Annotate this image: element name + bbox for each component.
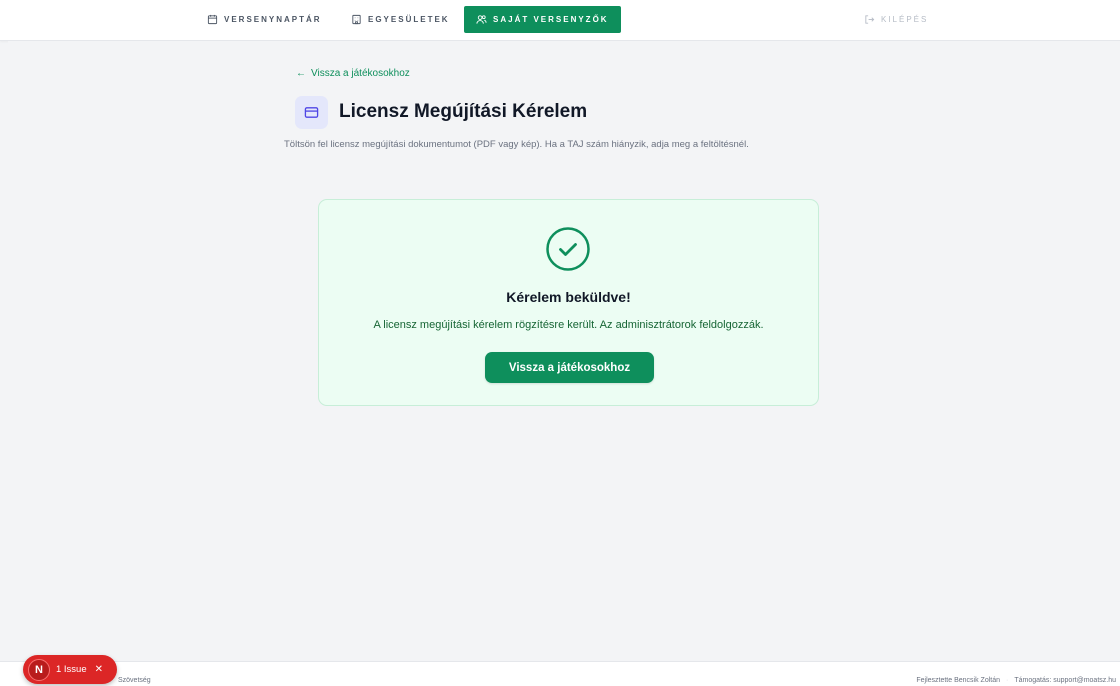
credit-card-icon (295, 96, 328, 129)
page-description: Töltsön fel licensz megújítási dokumentu… (284, 139, 749, 150)
footer-support-link[interactable]: Támogatás: support@moatsz.hu (1014, 677, 1116, 684)
nav-item-label: Versenynaptár (224, 15, 322, 24)
next-logo-icon: N (28, 658, 50, 681)
back-to-players-button[interactable]: Vissza a játékosokhoz (485, 352, 654, 383)
nav-item-sajat-versenyzok[interactable]: Saját versenyzők (464, 6, 621, 33)
back-to-players-link[interactable]: ← Vissza a játékosokhoz (296, 68, 410, 79)
footer-developer: Fejlesztette Bencsik Zoltán (916, 677, 1000, 684)
logout-button[interactable]: Kilépés (864, 6, 928, 33)
nav-item-egyesuletek[interactable]: Egyesületek (351, 6, 450, 33)
nav-item-label: Egyesületek (368, 15, 450, 24)
back-link-label: Vissza a játékosokhoz (311, 68, 410, 79)
success-title: Kérelem beküldve! (506, 289, 631, 305)
footer-credits: Fejlesztette Bencsik Zoltán · Támogatás:… (916, 677, 1116, 684)
users-icon (476, 15, 487, 24)
success-card: Kérelem beküldve! A licensz megújítási k… (318, 199, 819, 406)
footer: Szövetség Fejlesztette Bencsik Zoltán · … (0, 661, 1120, 686)
check-circle-icon (546, 227, 590, 271)
issues-badge[interactable]: N 1 Issue ✕ (23, 655, 117, 684)
logout-icon (865, 15, 875, 24)
calendar-icon (207, 14, 218, 25)
issues-count: 1 Issue (56, 664, 87, 675)
success-message: A licensz megújítási kérelem rögzítésre … (373, 319, 764, 331)
logout-label: Kilépés (881, 15, 929, 24)
page-title: Licensz Megújítási Kérelem (339, 101, 588, 122)
nav-item-label: Saját versenyzők (493, 15, 609, 24)
footer-org-name: Szövetség (118, 677, 151, 684)
arrow-left-icon: ← (296, 68, 306, 79)
nav-item-versenynaptar[interactable]: Versenynaptár (207, 6, 322, 33)
building-icon (352, 14, 361, 25)
footer-separator: · (1006, 677, 1009, 684)
close-icon[interactable]: ✕ (95, 664, 103, 675)
top-navigation: Versenynaptár Egyesületek Saját versenyz… (0, 0, 1120, 41)
